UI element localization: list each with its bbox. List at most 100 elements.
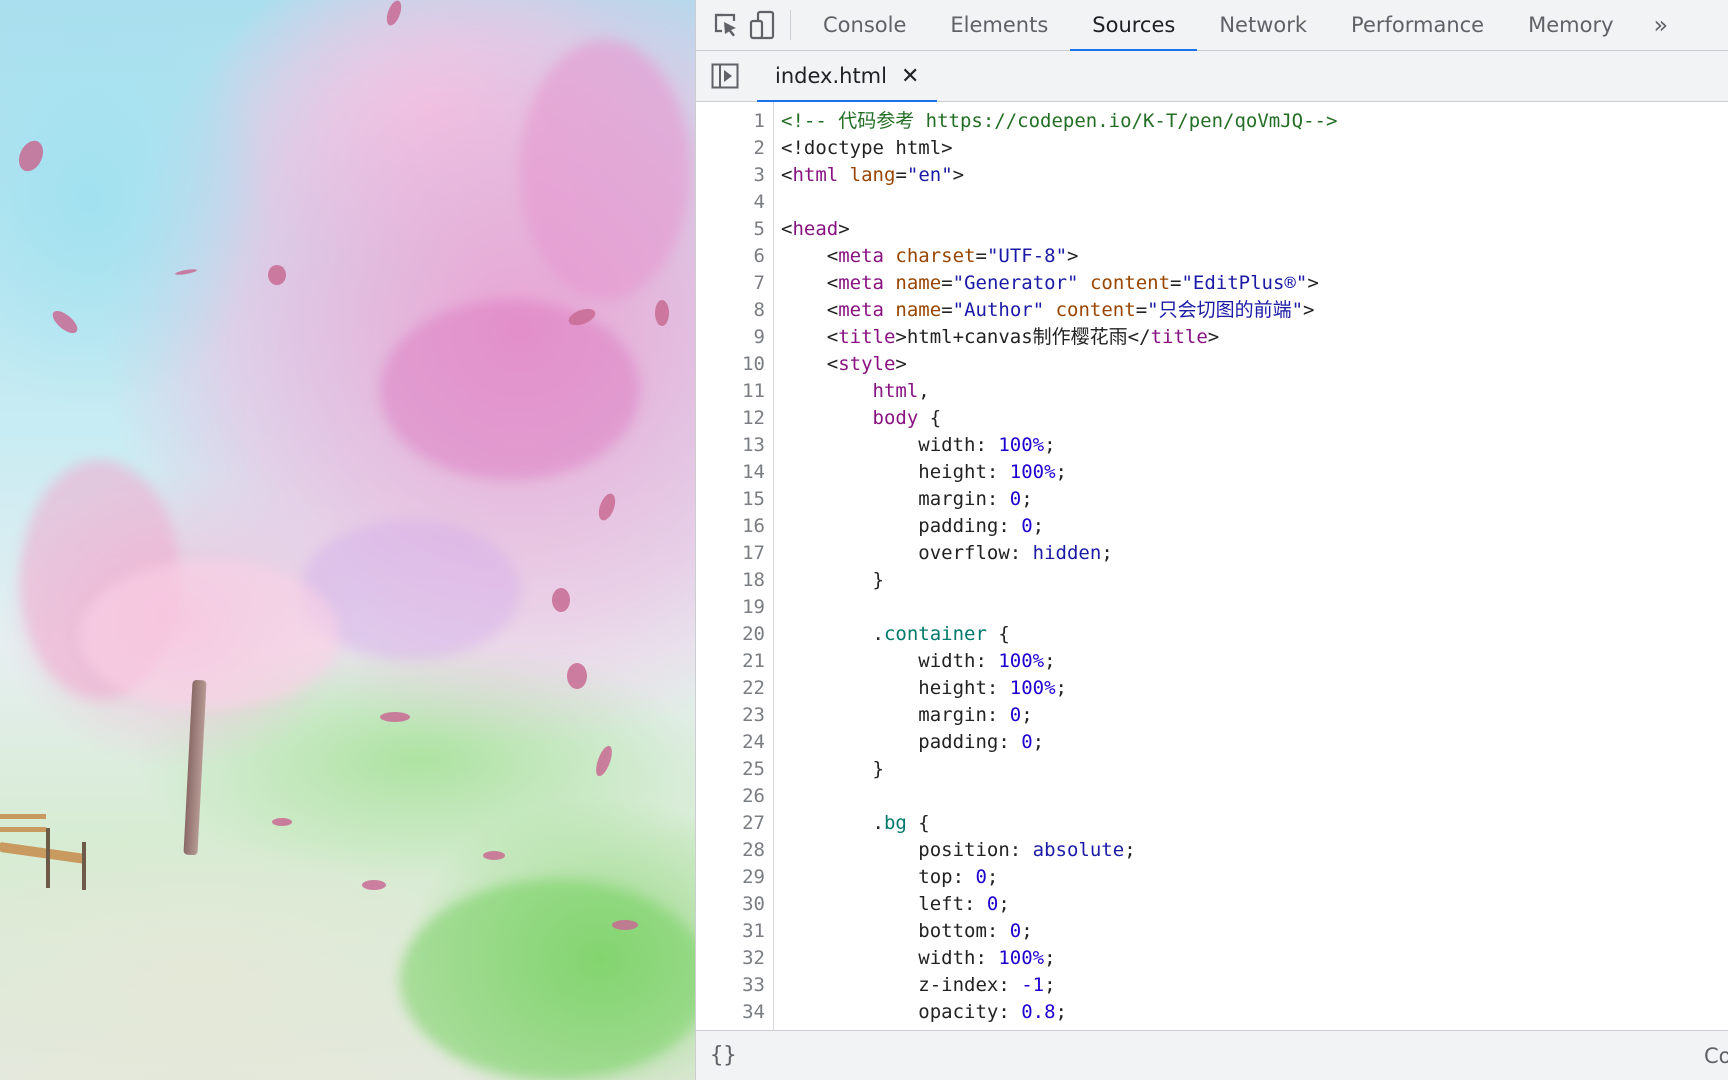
line-number[interactable]: 14: [696, 459, 765, 486]
tab-sources[interactable]: Sources: [1070, 0, 1198, 52]
code-line: 5 <head>: [696, 216, 1728, 243]
code-line: 26: [696, 783, 1728, 810]
line-number[interactable]: 23: [696, 702, 765, 729]
code-token-cls: container: [883, 623, 987, 645]
line-number[interactable]: 28: [696, 837, 765, 864]
falling-petal: [612, 920, 638, 930]
tab-memory[interactable]: Memory: [1506, 0, 1635, 51]
line-number[interactable]: 30: [696, 891, 765, 918]
tab-console[interactable]: Console: [801, 0, 928, 51]
code-token-text: ;: [1032, 731, 1045, 753]
tab-network[interactable]: Network: [1197, 0, 1329, 51]
line-number[interactable]: 29: [696, 864, 765, 891]
code-line: 6 <meta charset="UTF-8">: [696, 243, 1728, 270]
line-number[interactable]: 18: [696, 567, 765, 594]
code-token-text: <: [781, 164, 793, 186]
sources-file-tabbar: index.html ✕: [696, 51, 1728, 103]
line-number[interactable]: 21: [696, 648, 765, 675]
line-number[interactable]: 11: [696, 378, 765, 405]
line-number[interactable]: 34: [696, 999, 765, 1026]
line-number[interactable]: 3: [696, 162, 765, 189]
code-token-num: 0: [1021, 731, 1033, 753]
line-number[interactable]: 33: [696, 972, 765, 999]
code-text: <meta name="Generator" content="EditPlus…: [781, 270, 1319, 297]
line-number[interactable]: 32: [696, 945, 765, 972]
code-line: 10 <style>: [696, 351, 1728, 378]
inspect-element-icon[interactable]: [708, 5, 744, 45]
line-number[interactable]: 9: [696, 324, 765, 351]
toolbar-divider: [790, 10, 791, 40]
falling-petal: [380, 712, 410, 722]
tab-elements[interactable]: Elements: [928, 0, 1070, 51]
falling-petal: [49, 306, 81, 338]
more-tabs-chevron-icon[interactable]: »: [1636, 11, 1687, 39]
code-token-sel: html: [872, 380, 919, 402]
line-number[interactable]: 27: [696, 810, 765, 837]
grass-lawn: [400, 880, 695, 1080]
page-preview: [0, 0, 695, 1080]
code-token-text: =: [1170, 272, 1182, 294]
falling-petal: [483, 851, 505, 860]
code-token-tag: title: [1150, 326, 1208, 348]
line-number[interactable]: 25: [696, 756, 765, 783]
code-token-text: <: [781, 353, 839, 375]
line-number[interactable]: 17: [696, 540, 765, 567]
toggle-navigator-icon[interactable]: [711, 63, 739, 89]
line-number[interactable]: 13: [696, 432, 765, 459]
line-number[interactable]: 20: [696, 621, 765, 648]
code-line: 24 padding: 0;: [696, 729, 1728, 756]
line-number[interactable]: 4: [696, 189, 765, 216]
line-number[interactable]: 5: [696, 216, 765, 243]
code-text: z-index: -1;: [781, 972, 1055, 999]
code-token-text: }: [781, 758, 884, 780]
line-number[interactable]: 12: [696, 405, 765, 432]
code-token-text: position:: [781, 839, 1033, 861]
line-number[interactable]: 2: [696, 135, 765, 162]
code-token-val: "Author": [952, 299, 1045, 321]
code-token-text: ;: [986, 866, 999, 888]
code-token-tag: meta: [838, 299, 884, 321]
code-text: }: [781, 567, 884, 594]
code-text: <style>: [781, 351, 907, 378]
code-token-num: 100%: [1009, 461, 1056, 483]
code-editor[interactable]: 1 <!-- 代码参考 https://codepen.io/K-T/pen/qo…: [696, 102, 1728, 1030]
line-number[interactable]: 1: [696, 108, 765, 135]
line-number[interactable]: 24: [696, 729, 765, 756]
device-toolbar-icon[interactable]: [744, 5, 780, 45]
file-tab-index-html[interactable]: index.html ✕: [757, 51, 938, 103]
line-number[interactable]: 15: [696, 486, 765, 513]
code-token-text: opacity:: [781, 1001, 1022, 1023]
line-number[interactable]: 7: [696, 270, 765, 297]
line-number[interactable]: 6: [696, 243, 765, 270]
line-number[interactable]: 22: [696, 675, 765, 702]
falling-petal: [268, 265, 286, 285]
line-number[interactable]: 31: [696, 918, 765, 945]
code-line: 11 html,: [696, 378, 1728, 405]
line-number[interactable]: 10: [696, 351, 765, 378]
code-text: html,: [781, 378, 930, 405]
code-token-text: >: [838, 218, 850, 240]
code-token-text: ;: [1021, 704, 1033, 726]
code-line: 1 <!-- 代码参考 https://codepen.io/K-T/pen/qo…: [696, 108, 1728, 135]
line-number[interactable]: 26: [696, 783, 765, 810]
code-token-kw: hidden: [1032, 542, 1102, 564]
tab-performance[interactable]: Performance: [1329, 0, 1506, 51]
falling-petal: [552, 588, 570, 612]
line-number[interactable]: 16: [696, 513, 765, 540]
code-line: 21 width: 100%;: [696, 648, 1728, 675]
code-token-text: margin:: [781, 488, 1010, 510]
code-token-text: bottom:: [781, 920, 1010, 942]
blossom-cluster: [520, 40, 690, 300]
falling-petal: [362, 880, 386, 890]
code-token-text: left:: [781, 893, 987, 915]
line-number[interactable]: 8: [696, 297, 765, 324]
close-icon[interactable]: ✕: [901, 64, 919, 89]
code-token-text: =: [941, 299, 953, 321]
code-line: 7 <meta name="Generator" content="EditPl…: [696, 270, 1728, 297]
pretty-print-button[interactable]: {}: [710, 1043, 737, 1068]
code-token-tag: html: [792, 164, 839, 186]
line-number[interactable]: 19: [696, 594, 765, 621]
